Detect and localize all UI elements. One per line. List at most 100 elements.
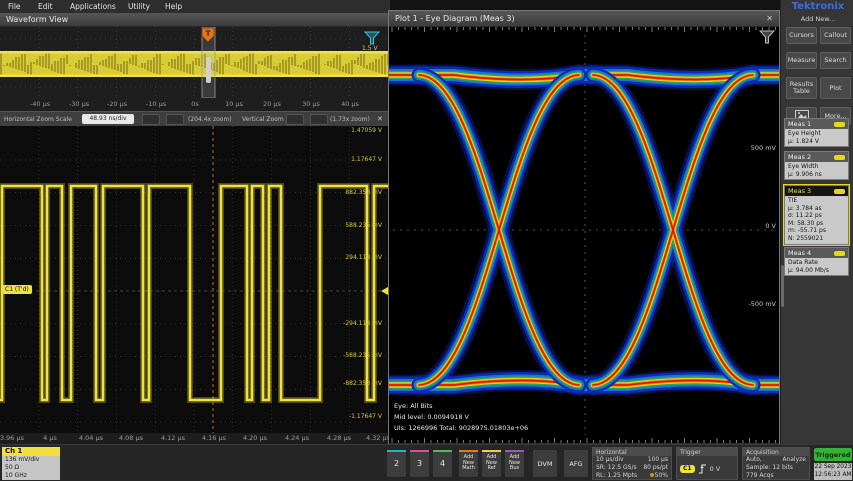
eye-annotation: Mid level: 0.0094918 V <box>394 413 469 421</box>
meas-line: µ: 94.00 Mb/s <box>788 267 845 275</box>
menu-utility[interactable]: Utility <box>128 2 150 11</box>
zoom-close-icon[interactable]: ✕ <box>377 115 383 123</box>
channel-4-color <box>433 450 452 452</box>
v-zoom-in-button[interactable] <box>310 114 328 125</box>
channel-2-button[interactable]: 2 <box>386 449 407 478</box>
eye-close-icon[interactable]: ✕ <box>766 14 773 23</box>
eye-plot[interactable]: 500 mV 0 V -500 mV Eye: All Bits Mid lev… <box>389 27 779 443</box>
measurement-badge-3[interactable]: Meas 3 TIE µ: 3.784 as σ: 11.22 ps M: 58… <box>784 185 849 245</box>
eye-y-label: -500 mV <box>748 300 776 308</box>
eye-annotation: UIs: 1266996 Total: 9028975.01803e+06 <box>394 424 528 432</box>
date-label: 22 Sep 2023 <box>814 463 852 471</box>
measurement-badge-4[interactable]: Meas 4 Data Rate µ: 94.00 Mb/s <box>784 247 849 276</box>
meas-line: m: -55.71 ps <box>788 227 845 235</box>
cursors-button[interactable]: Cursors <box>786 27 817 44</box>
eye-funnel-icon[interactable] <box>759 29 775 48</box>
h-zoom-scale-label: Horizontal Zoom Scale <box>4 116 72 123</box>
meas-name: Meas 4 <box>788 249 811 257</box>
y-axis-label: 1.47059 V <box>336 127 382 134</box>
rising-edge-icon <box>698 459 707 478</box>
menu-edit[interactable]: Edit <box>38 2 53 11</box>
trigger-source-badge: C1 <box>680 465 695 473</box>
add-ref-button[interactable]: Add New Ref <box>481 449 502 478</box>
add-bus-button[interactable]: Add New Bus <box>504 449 525 478</box>
position-dot <box>650 473 654 477</box>
eye-annotation: Eye: All Bits <box>394 402 433 410</box>
horizontal-title: Horizontal <box>593 448 671 456</box>
waveform-view-title: Waveform View <box>6 15 68 24</box>
waveform-view-titlebar[interactable]: Waveform View <box>0 13 388 27</box>
bus-color <box>505 450 524 452</box>
measurement-badge-1[interactable]: Meas 1 Eye Height µ: 1.824 V <box>784 118 849 147</box>
y-axis-label: -588.235 mV <box>336 352 382 359</box>
acquisition-title: Acquisition <box>743 448 809 456</box>
menu-help[interactable]: Help <box>165 2 182 11</box>
overview-scale-label: 1.5 V <box>362 45 378 52</box>
time-label: 12:56:23 AM <box>814 471 852 479</box>
channel-tag[interactable]: C1 (T'd) <box>2 285 32 294</box>
horizontal-panel[interactable]: Horizontal 10 µs/div100 µs SR: 12.5 GS/s… <box>592 447 672 480</box>
results-table-button[interactable]: Results Table <box>786 77 817 99</box>
h-zoom-factor: (204.4x zoom) <box>188 116 232 123</box>
h-zoom-out-button[interactable] <box>142 114 160 125</box>
measure-button[interactable]: Measure <box>786 52 817 69</box>
trigger-title: Trigger <box>677 448 737 456</box>
v-zoom-factor: (1.73x zoom) <box>330 116 370 123</box>
channel-1-badge[interactable]: Ch 1 136 mV/div 50 Ω 10 GHz <box>2 447 60 480</box>
acquisition-panel[interactable]: Acquisition Auto,Analyze Sample: 12 bits… <box>742 447 810 480</box>
menu-bar: File Edit Applications Utility Help <box>0 0 390 13</box>
plot-button[interactable]: Plot <box>820 77 851 99</box>
waveform-overview[interactable]: T 1.5 V <box>0 27 388 99</box>
eye-y-label: 500 mV <box>751 144 776 152</box>
trigger-panel[interactable]: Trigger C1 0 V <box>676 447 738 480</box>
meas-name: Meas 1 <box>788 120 811 128</box>
channel-scale: 136 mV/div <box>5 456 57 464</box>
menu-file[interactable]: File <box>8 2 21 11</box>
source-color-pill <box>834 155 845 160</box>
search-button[interactable]: Search <box>820 52 851 69</box>
menu-applications[interactable]: Applications <box>70 2 116 11</box>
math-color <box>459 450 478 452</box>
y-axis-label: -882.353 mV <box>336 380 382 387</box>
measurement-badge-2[interactable]: Meas 2 Eye Width µ: 9.906 ns <box>784 151 849 180</box>
eye-window-title: Plot 1 - Eye Diagram (Meas 3) <box>395 14 515 23</box>
tektronix-logo: Tektronix <box>785 1 851 12</box>
waveform-graticule[interactable]: 1.47059 V 1.17647 V 882.353 mV 588.235 m… <box>0 126 388 433</box>
channel-2-color <box>387 450 406 452</box>
y-axis-label: 294.118 mV <box>336 254 382 261</box>
channel-1-name: Ch 1 <box>2 447 60 456</box>
add-math-button[interactable]: Add New Math <box>458 449 479 478</box>
meas-name: Meas 2 <box>788 153 811 161</box>
waveform-axis: 3.96 µs 4 µs 4.04 µs 4.08 µs 4.12 µs 4.1… <box>0 433 388 444</box>
ref-color <box>482 450 501 452</box>
datetime-box: 22 Sep 2023 12:56:23 AM <box>814 463 852 480</box>
meas-line: µ: 1.824 V <box>788 138 845 146</box>
eye-window-titlebar[interactable]: Plot 1 - Eye Diagram (Meas 3) ✕ <box>389 11 779 27</box>
meas-line: σ: 11.22 ps <box>788 212 845 220</box>
channel-3-button[interactable]: 3 <box>409 449 430 478</box>
triggered-button[interactable]: Triggered <box>814 448 852 461</box>
callout-button[interactable]: Callout <box>820 27 851 44</box>
y-axis-label: -294.118 mV <box>336 320 382 327</box>
channel-4-button[interactable]: 4 <box>432 449 453 478</box>
channel-bandwidth: 10 GHz <box>5 472 57 480</box>
source-color-pill <box>834 251 845 256</box>
trigger-level: 0 V <box>710 465 721 473</box>
trigger-level-marker[interactable] <box>381 287 388 295</box>
meas-line: Eye Width <box>788 163 845 171</box>
source-color-pill <box>834 122 845 127</box>
bottom-bar: Ch 1 136 mV/div 50 Ω 10 GHz 2 3 4 Add Ne… <box>0 444 853 481</box>
meas-line: µ: 3.784 as <box>788 205 845 213</box>
v-zoom-label: Vertical Zoom <box>242 116 284 123</box>
y-axis-label: 882.353 mV <box>336 189 382 196</box>
h-zoom-in-button[interactable] <box>166 114 184 125</box>
h-zoom-scale-value[interactable]: 48.93 ns/div <box>82 114 134 124</box>
y-axis-label: -1.17647 V <box>336 413 382 420</box>
dvm-button[interactable]: DVM <box>532 449 558 478</box>
afg-button[interactable]: AFG <box>563 449 589 478</box>
meas-line: Data Rate <box>788 259 845 267</box>
v-zoom-out-button[interactable] <box>286 114 304 125</box>
y-axis-label: 1.17647 V <box>336 156 382 163</box>
eye-diagram-window: Plot 1 - Eye Diagram (Meas 3) ✕ 500 mV 0… <box>388 10 780 455</box>
meas-name: Meas 3 <box>788 187 811 195</box>
